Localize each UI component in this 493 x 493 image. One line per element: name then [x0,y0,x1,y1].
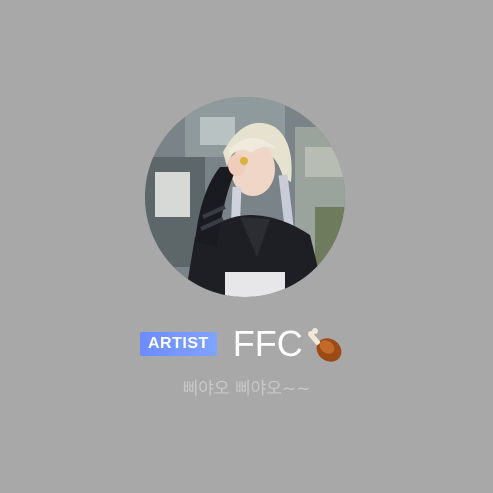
drumstick-icon [307,328,342,362]
name-row: ARTIST FFC [140,322,345,366]
avatar[interactable] [145,97,345,297]
profile-bio: 삐야오 삐야오~~ [182,379,311,399]
profile-card: ARTIST FFC 삐야오 삐야오~~ [0,0,493,493]
display-name: FFC [232,323,303,364]
avatar-photo [145,97,345,297]
artist-badge: ARTIST [140,332,217,356]
